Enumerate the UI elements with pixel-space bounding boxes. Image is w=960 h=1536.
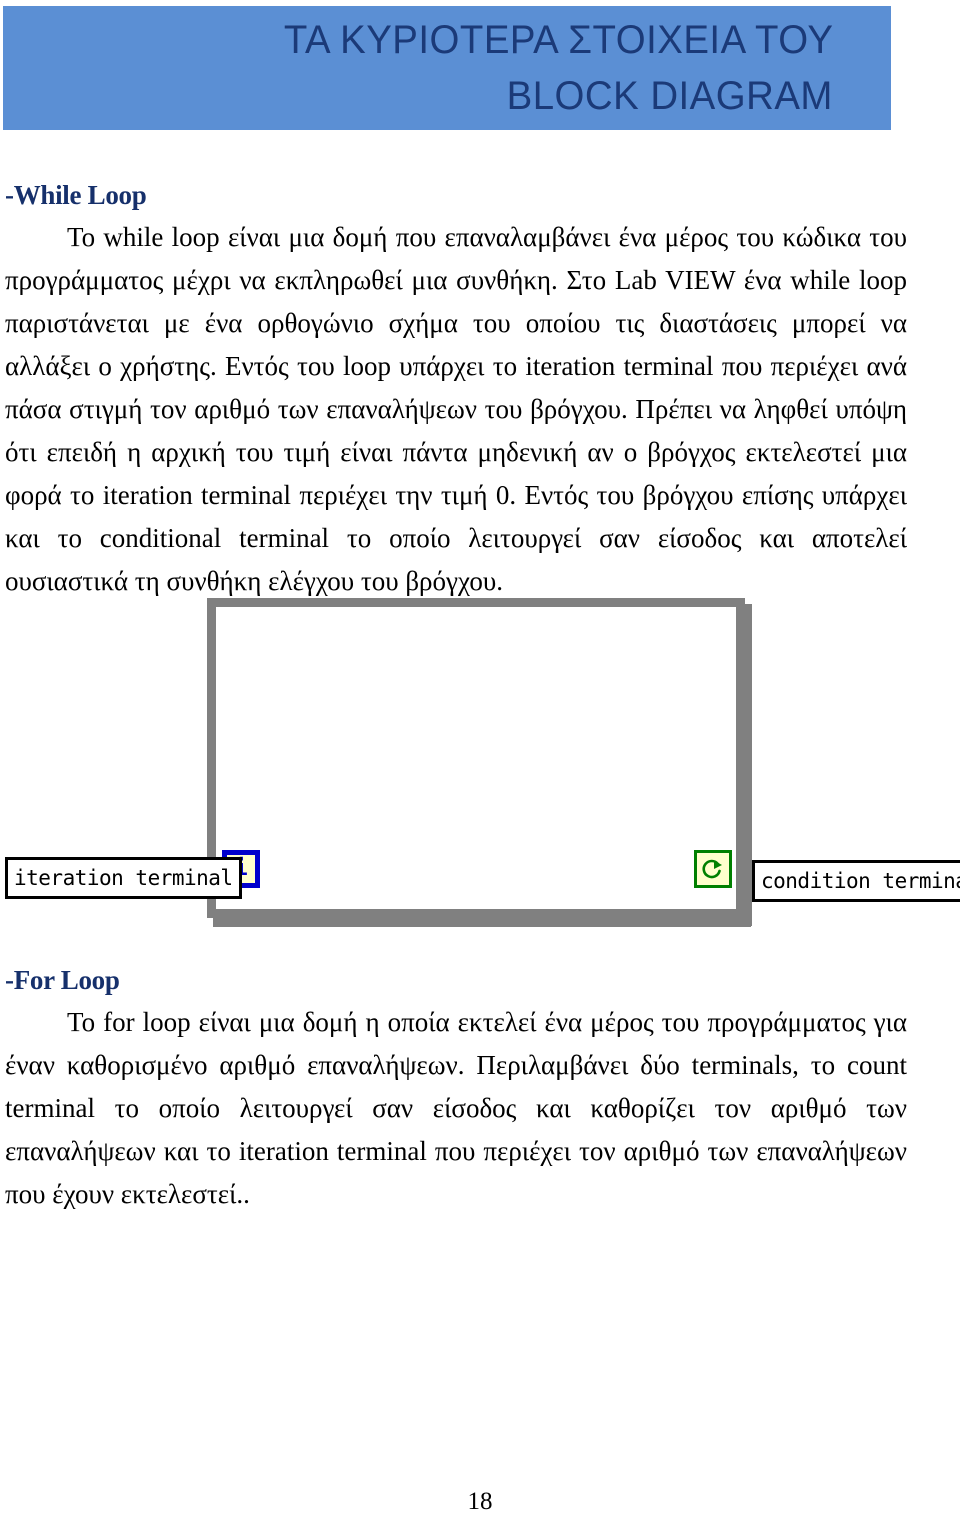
- while-loop-heading: -While Loop: [5, 180, 147, 210]
- for-loop-paragraph: Το for loop είναι μια δομή η οποία εκτελ…: [5, 1007, 907, 1209]
- while-loop-border-box: [207, 598, 745, 918]
- loop-arrow-icon: [702, 859, 722, 879]
- for-loop-heading: -For Loop: [5, 965, 120, 995]
- condition-terminal-label: condition terminal: [752, 860, 960, 902]
- loop-shadow-bottom: [213, 918, 751, 927]
- page-header-banner: ΤΑ ΚΥΡΙΟΤΕΡΑ ΣΤΟΙΧΕΙΑ ΤΟΥ BLOCK DIAGRAM: [3, 6, 891, 130]
- while-loop-section: -While Loop Το while loop είναι μια δομή…: [5, 178, 907, 603]
- banner-title-line-2: BLOCK DIAGRAM: [506, 74, 833, 118]
- for-loop-section: -For Loop Το for loop είναι μια δομή η ο…: [5, 963, 907, 1216]
- loop-shadow-right: [745, 604, 752, 926]
- condition-terminal-icon: [694, 850, 732, 888]
- while-loop-paragraph: Το while loop είναι μια δομή που επαναλα…: [5, 222, 907, 596]
- while-loop-diagram: i iteration terminal condition terminal: [0, 592, 960, 932]
- banner-title-line-1: ΤΑ ΚΥΡΙΟΤΕΡΑ ΣΤΟΙΧΕΙΑ ΤΟΥ: [283, 18, 833, 62]
- iteration-terminal-label: iteration terminal: [5, 857, 242, 899]
- page-number: 18: [467, 1488, 493, 1515]
